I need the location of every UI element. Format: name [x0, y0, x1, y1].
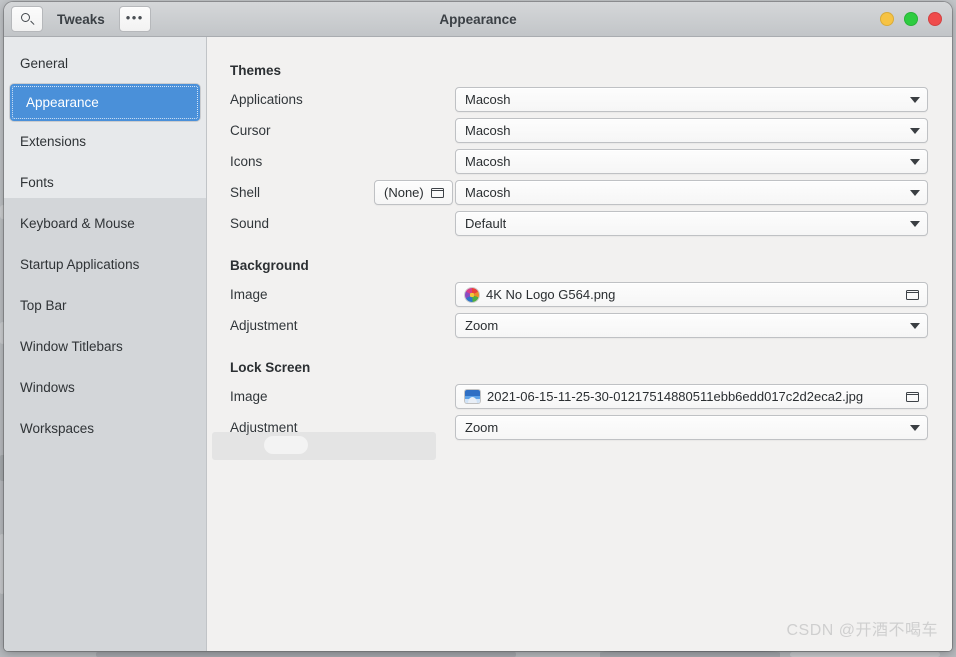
chevron-down-icon: [910, 220, 920, 227]
lock-screen-adjustment-value: Zoom: [465, 420, 499, 435]
row-background-image: Image 4K No Logo G564.png: [229, 279, 928, 310]
shell-theme-file-value: (None): [384, 185, 424, 200]
shell-theme-dropdown[interactable]: Macosh: [455, 180, 928, 205]
window-titlebar: Tweaks ••• Appearance: [4, 2, 952, 37]
label-applications: Applications: [230, 92, 303, 107]
sound-theme-value: Default: [465, 216, 507, 231]
folder-icon: [906, 289, 920, 301]
tweaks-window: Tweaks ••• Appearance General Appearance…: [4, 2, 952, 651]
app-name: Tweaks: [57, 11, 105, 27]
label-background-image: Image: [230, 287, 268, 302]
sidebar-item-general[interactable]: General: [4, 43, 206, 84]
sidebar-item-label: Keyboard & Mouse: [20, 216, 135, 231]
label-cursor: Cursor: [230, 123, 271, 138]
label-lock-screen-adjustment: Adjustment: [230, 420, 298, 435]
section-heading-background: Background: [230, 258, 309, 273]
label-sound: Sound: [230, 216, 270, 231]
chevron-down-icon: [910, 322, 920, 329]
row-lock-screen-image: Image 2021-06-15-11-25-30-01217514880511…: [229, 381, 928, 412]
lock-screen-image-file-chooser[interactable]: 2021-06-15-11-25-30-01217514880511ebb6ed…: [455, 384, 928, 409]
search-icon: [20, 12, 34, 26]
icons-theme-dropdown[interactable]: Macosh: [455, 149, 928, 174]
row-background-adjustment: Adjustment Zoom: [229, 310, 928, 341]
lock-screen-adjustment-dropdown[interactable]: Zoom: [455, 415, 928, 440]
sidebar: General Appearance Extensions Fonts Keyb…: [4, 37, 207, 651]
sidebar-item-top-bar[interactable]: Top Bar: [4, 285, 206, 326]
lock-screen-image-value: 2021-06-15-11-25-30-01217514880511ebb6ed…: [487, 389, 864, 404]
shell-theme-file-chooser[interactable]: (None): [374, 180, 453, 205]
ellipsis-icon: •••: [125, 9, 144, 25]
watermark: CSDN @开酒不喝车: [786, 622, 938, 639]
sidebar-item-extensions[interactable]: Extensions: [4, 121, 206, 162]
window-controls: [880, 2, 942, 36]
sidebar-item-label: Window Titlebars: [20, 339, 123, 354]
label-lock-screen-image: Image: [230, 389, 268, 404]
chevron-down-icon: [910, 127, 920, 134]
sidebar-list: General Appearance Extensions Fonts Keyb…: [4, 43, 206, 449]
label-background-adjustment: Adjustment: [230, 318, 298, 333]
sidebar-item-keyboard-mouse[interactable]: Keyboard & Mouse: [4, 203, 206, 244]
cursor-theme-dropdown[interactable]: Macosh: [455, 118, 928, 143]
chevron-down-icon: [910, 189, 920, 196]
settings-content: Themes Applications Macosh Cursor Macosh…: [207, 37, 952, 651]
section-heading-themes: Themes: [230, 63, 282, 78]
folder-icon: [430, 187, 445, 199]
sidebar-item-label: Top Bar: [20, 298, 67, 313]
background-adjustment-value: Zoom: [465, 318, 499, 333]
maximize-button[interactable]: [904, 12, 918, 26]
chevron-down-icon: [910, 96, 920, 103]
label-icons: Icons: [230, 154, 263, 169]
close-button[interactable]: [928, 12, 942, 26]
menu-button[interactable]: •••: [118, 6, 151, 32]
chevron-down-icon: [910, 158, 920, 165]
sidebar-item-label: Startup Applications: [20, 257, 140, 272]
image-thumbnail-icon: [465, 390, 480, 403]
sidebar-item-label: General: [20, 56, 69, 71]
sidebar-item-label: Extensions: [20, 134, 87, 149]
sidebar-item-windows[interactable]: Windows: [4, 367, 206, 408]
chevron-down-icon: [910, 424, 920, 431]
background-image-file-chooser[interactable]: 4K No Logo G564.png: [455, 282, 928, 307]
shell-theme-value: Macosh: [465, 185, 511, 200]
sidebar-item-workspaces[interactable]: Workspaces: [4, 408, 206, 449]
sidebar-item-window-titlebars[interactable]: Window Titlebars: [4, 326, 206, 367]
sidebar-item-label: Workspaces: [20, 421, 95, 436]
cursor-theme-value: Macosh: [465, 123, 511, 138]
applications-theme-value: Macosh: [465, 92, 511, 107]
sidebar-item-label: Windows: [20, 380, 75, 395]
sidebar-item-label: Appearance: [26, 95, 99, 110]
row-cursor-theme: Cursor Macosh: [229, 115, 928, 146]
sidebar-item-startup-applications[interactable]: Startup Applications: [4, 244, 206, 285]
sidebar-item-label: Fonts: [20, 175, 54, 190]
background-image-value: 4K No Logo G564.png: [486, 287, 616, 302]
row-shell-theme: Shell (None) Macosh: [229, 177, 928, 208]
row-sound-theme: Sound Default: [229, 208, 928, 239]
image-thumbnail-icon: [465, 287, 479, 302]
folder-icon: [906, 391, 920, 403]
background-adjustment-dropdown[interactable]: Zoom: [455, 313, 928, 338]
label-shell: Shell: [230, 185, 261, 200]
row-applications-theme: Applications Macosh: [229, 84, 928, 115]
search-button[interactable]: [11, 6, 43, 32]
icons-theme-value: Macosh: [465, 154, 511, 169]
row-lock-screen-adjustment: Adjustment Zoom: [229, 412, 928, 443]
minimize-button[interactable]: [880, 12, 894, 26]
sidebar-item-appearance[interactable]: Appearance: [10, 84, 200, 121]
applications-theme-dropdown[interactable]: Macosh: [455, 87, 928, 112]
row-icons-theme: Icons Macosh: [229, 146, 928, 177]
sidebar-item-fonts[interactable]: Fonts: [4, 162, 206, 203]
section-heading-lock-screen: Lock Screen: [230, 360, 311, 375]
sound-theme-dropdown[interactable]: Default: [455, 211, 928, 236]
